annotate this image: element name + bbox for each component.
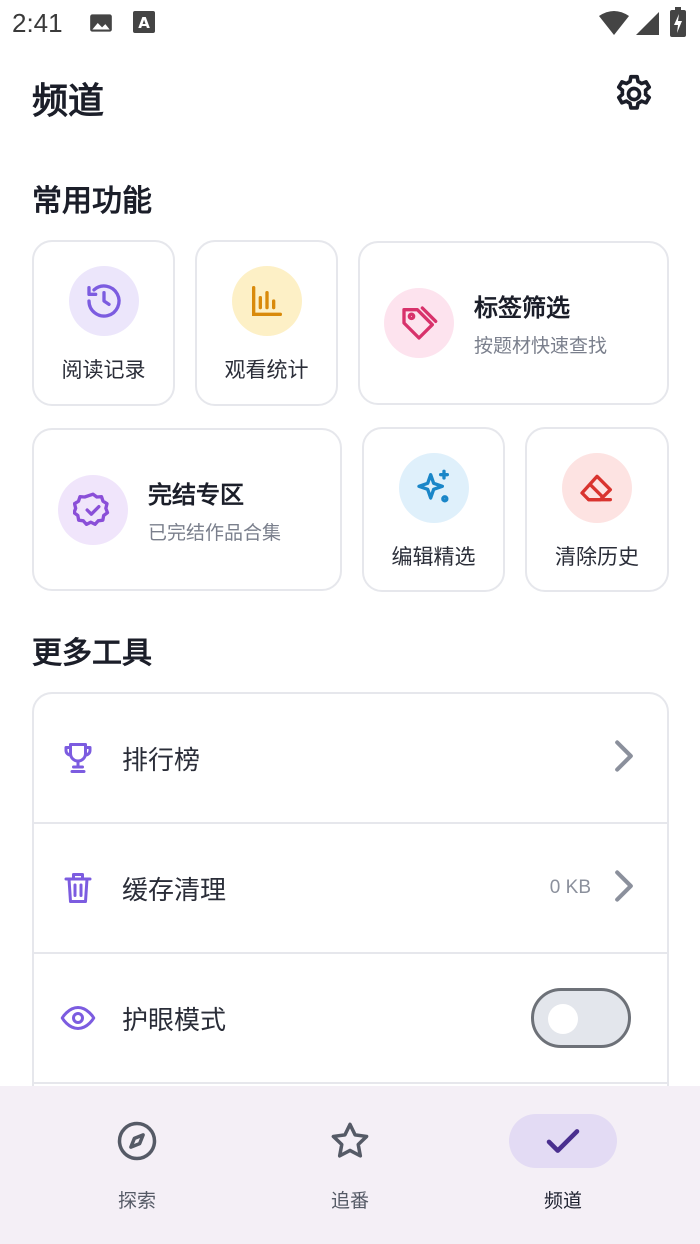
tile-label: 编辑精选 — [391, 545, 476, 569]
trash-icon — [60, 870, 96, 906]
row-label: 排行榜 — [122, 745, 201, 776]
chevron-right-icon — [613, 739, 635, 777]
wifi-icon — [598, 10, 630, 40]
eye-care-row: 护眼模式 — [34, 954, 667, 1084]
star-icon — [331, 1122, 369, 1158]
completed-zone-card[interactable]: 完结专区 已完结作品合集 — [32, 428, 342, 591]
editor-picks-tile[interactable]: 编辑精选 — [362, 427, 505, 592]
section-title-more: 更多工具 — [32, 636, 152, 671]
clear-history-tile[interactable]: 清除历史 — [525, 427, 669, 592]
badge-check-icon — [58, 474, 128, 545]
row-label: 缓存清理 — [122, 875, 227, 906]
status-bar: 2:41 A — [0, 0, 700, 48]
gear-icon — [616, 74, 652, 110]
settings-button[interactable] — [608, 68, 660, 120]
cache-clean-row[interactable]: 缓存清理 0 KB — [34, 824, 667, 954]
trophy-icon — [60, 740, 96, 776]
card-subtitle: 按题材快速查找 — [474, 335, 608, 357]
card-title: 完结专区 — [148, 480, 244, 509]
toggle-knob — [548, 1004, 578, 1034]
nav-channel[interactable]: 频道 — [493, 1114, 633, 1213]
accessibility-a-icon: A — [132, 10, 156, 40]
chevron-right-icon — [613, 869, 635, 907]
row-label: 护眼模式 — [122, 1005, 227, 1036]
nav-label: 频道 — [543, 1190, 582, 1212]
eye-care-toggle[interactable] — [531, 988, 631, 1048]
eraser-icon — [562, 453, 632, 523]
compass-icon — [117, 1121, 157, 1161]
leaderboard-row[interactable]: 排行榜 — [34, 694, 667, 824]
nav-follow[interactable]: 追番 — [280, 1114, 420, 1213]
nav-active-indicator — [509, 1114, 617, 1168]
signal-icon — [634, 10, 660, 40]
tile-label: 清除历史 — [555, 545, 639, 569]
tag-icon — [384, 288, 454, 358]
eye-icon — [60, 1000, 96, 1036]
card-title: 标签筛选 — [474, 294, 570, 322]
tile-label: 阅读记录 — [61, 358, 146, 382]
nav-explore[interactable]: 探索 — [67, 1114, 207, 1213]
card-subtitle: 已完结作品合集 — [148, 521, 282, 544]
image-icon — [88, 10, 114, 40]
page-title: 频道 — [32, 81, 105, 122]
section-title-common: 常用功能 — [32, 184, 152, 219]
tile-label: 观看统计 — [224, 358, 309, 382]
status-time: 2:41 — [12, 8, 63, 38]
nav-label: 追番 — [330, 1190, 369, 1212]
battery-charging-icon — [670, 7, 686, 41]
watch-stats-tile[interactable]: 观看统计 — [195, 240, 338, 406]
svg-text:A: A — [138, 14, 150, 32]
cache-size-value: 0 KB — [549, 877, 591, 898]
history-icon — [68, 266, 139, 336]
tag-filter-card[interactable]: 标签筛选 按题材快速查找 — [358, 241, 669, 405]
nav-label: 探索 — [117, 1190, 156, 1212]
more-tools-list: 排行榜 缓存清理 0 KB 护眼模式 — [32, 692, 669, 1112]
sparkles-icon — [398, 453, 469, 523]
bar-chart-icon — [231, 266, 302, 336]
reading-history-tile[interactable]: 阅读记录 — [32, 240, 175, 406]
check-icon — [546, 1129, 580, 1153]
bottom-nav: 探索 追番 频道 — [0, 1086, 700, 1244]
